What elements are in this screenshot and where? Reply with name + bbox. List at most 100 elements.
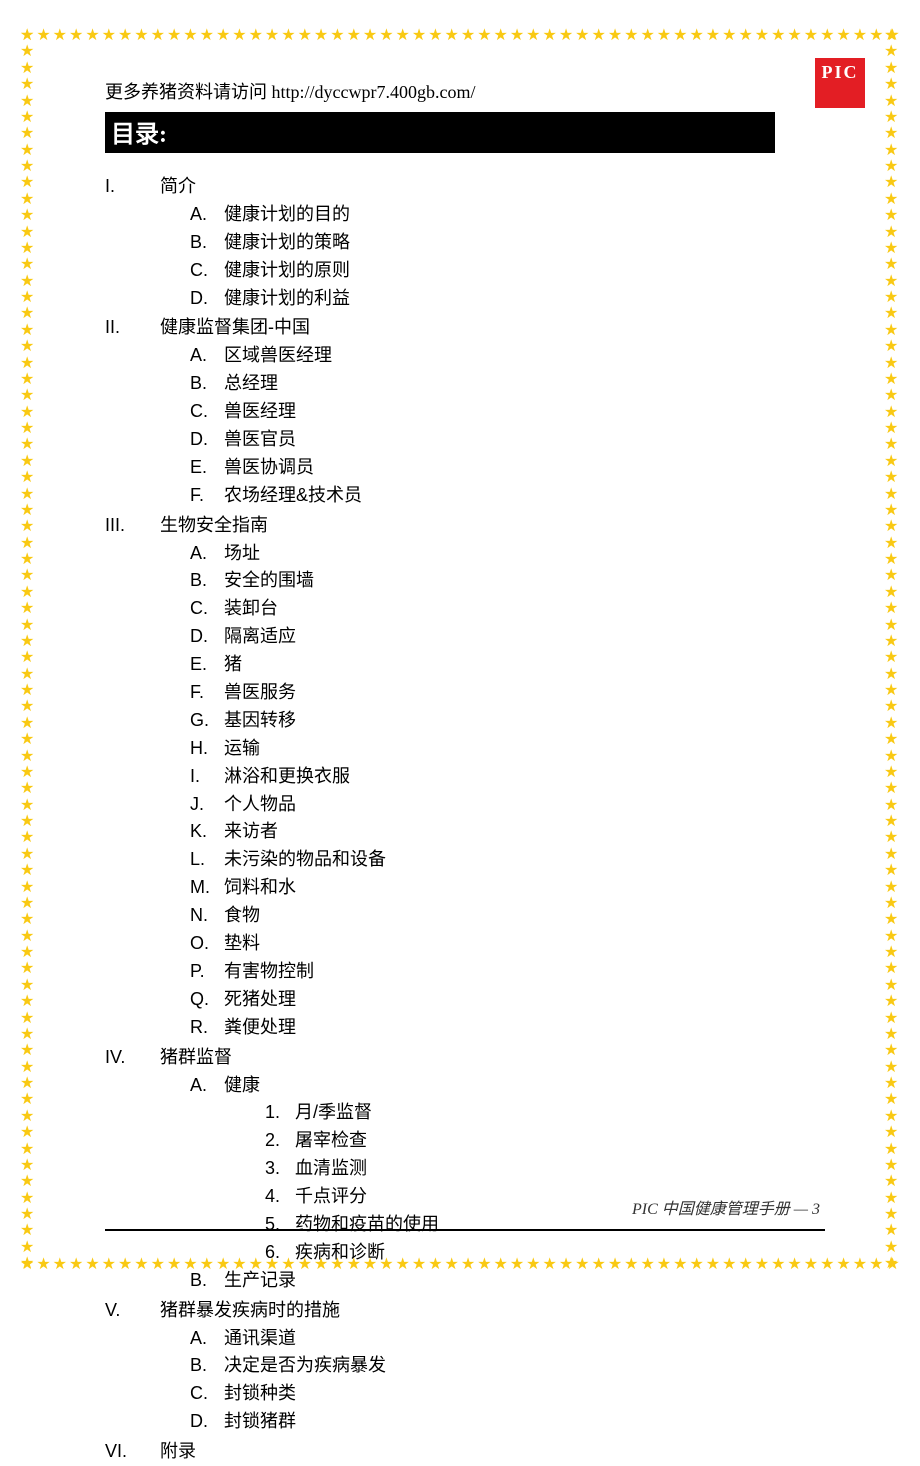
star-icon: ★	[20, 683, 36, 699]
star-icon: ★	[884, 77, 900, 93]
star-icon: ★	[330, 28, 344, 44]
toc-subsection: E.猪	[190, 651, 840, 679]
star-icon: ★	[20, 1011, 36, 1027]
toc-subsection-number: B.	[190, 567, 224, 595]
star-icon: ★	[20, 798, 36, 814]
toc-subsection: C.兽医经理	[190, 398, 840, 426]
star-icon: ★	[20, 830, 36, 846]
star-icon: ★	[884, 1076, 900, 1092]
toc-subsection-number: C.	[190, 595, 224, 623]
star-icon: ★	[884, 749, 900, 765]
toc-item-number: 4.	[265, 1183, 295, 1211]
star-icon: ★	[20, 847, 36, 863]
star-icon: ★	[884, 650, 900, 666]
star-icon: ★	[20, 1142, 36, 1158]
star-icon: ★	[884, 421, 900, 437]
star-icon: ★	[20, 274, 36, 290]
toc-subsection-title: 食物	[224, 902, 260, 930]
toc-item-number: 2.	[265, 1127, 295, 1155]
star-icon: ★	[884, 257, 900, 273]
toc-section-number: VI.	[105, 1438, 160, 1466]
toc-subsection: B.生产记录	[190, 1267, 840, 1295]
star-icon: ★	[884, 1060, 900, 1076]
star-icon: ★	[591, 28, 605, 44]
toc-subsection: G.基因转移	[190, 707, 840, 735]
star-icon: ★	[884, 454, 900, 470]
toc-subsection-title: 封锁猪群	[224, 1408, 296, 1436]
toc-section: VI.附录	[105, 1438, 840, 1466]
toc-section-number: II.	[105, 314, 160, 342]
star-icon: ★	[216, 28, 230, 44]
toc-subsection-title: 粪便处理	[224, 1014, 296, 1042]
star-icon: ★	[884, 634, 900, 650]
toc-subsection-title: 总经理	[224, 370, 278, 398]
toc-subsection: F.农场经理&技术员	[190, 482, 840, 510]
star-icon: ★	[885, 28, 899, 44]
toc-subsection: Q.死猪处理	[190, 986, 840, 1014]
star-icon: ★	[884, 814, 900, 830]
toc-subsection: O.垫料	[190, 930, 840, 958]
toc-subsection-number: C.	[190, 1380, 224, 1408]
toc-subsection: R.粪便处理	[190, 1014, 840, 1042]
star-icon: ★	[884, 323, 900, 339]
toc-subsection: M.饲料和水	[190, 874, 840, 902]
star-icon: ★	[20, 290, 36, 306]
star-icon: ★	[20, 323, 36, 339]
star-icon: ★	[53, 28, 67, 44]
star-icon: ★	[20, 634, 36, 650]
star-icon: ★	[36, 28, 50, 44]
star-icon: ★	[20, 1076, 36, 1092]
toc-subsection-number: B.	[190, 370, 224, 398]
star-icon: ★	[20, 339, 36, 355]
star-icon: ★	[20, 1043, 36, 1059]
toc-subsection-title: 运输	[224, 735, 260, 763]
toc-item: 1.月/季监督	[265, 1099, 840, 1127]
toc-subsection-number: F.	[190, 679, 224, 707]
star-icon: ★	[884, 568, 900, 584]
star-icon: ★	[884, 241, 900, 257]
star-icon: ★	[884, 94, 900, 110]
toc-subsection-number: E.	[190, 454, 224, 482]
star-icon: ★	[20, 28, 34, 44]
star-icon: ★	[884, 536, 900, 552]
star-icon: ★	[314, 28, 328, 44]
star-icon: ★	[836, 28, 850, 44]
star-icon: ★	[20, 257, 36, 273]
star-icon: ★	[884, 847, 900, 863]
star-icon: ★	[884, 781, 900, 797]
toc-subsection-title: 兽医官员	[224, 426, 296, 454]
toc-subsection-number: O.	[190, 930, 224, 958]
star-icon: ★	[20, 1158, 36, 1174]
star-icon: ★	[20, 863, 36, 879]
star-icon: ★	[884, 863, 900, 879]
star-icon: ★	[884, 994, 900, 1010]
star-icon: ★	[884, 487, 900, 503]
star-icon: ★	[20, 306, 36, 322]
star-icon: ★	[85, 28, 99, 44]
star-icon: ★	[20, 536, 36, 552]
toc-subsection-number: G.	[190, 707, 224, 735]
star-icon: ★	[36, 1257, 50, 1273]
toc-subsection-title: 兽医服务	[224, 679, 296, 707]
star-icon: ★	[53, 1257, 67, 1273]
star-icon: ★	[281, 28, 295, 44]
star-icon: ★	[884, 1240, 900, 1256]
toc-subsection-number: D.	[190, 285, 224, 313]
star-icon: ★	[20, 1256, 36, 1272]
star-icon: ★	[20, 94, 36, 110]
toc-subsection: A.健康	[190, 1072, 840, 1100]
star-icon: ★	[20, 388, 36, 404]
star-icon: ★	[396, 28, 410, 44]
star-icon: ★	[20, 732, 36, 748]
star-icon: ★	[183, 28, 197, 44]
star-icon: ★	[738, 28, 752, 44]
star-icon: ★	[884, 765, 900, 781]
toc-item-number: 5.	[265, 1211, 295, 1239]
toc-subsection: A.场址	[190, 540, 840, 568]
toc-item-title: 疾病和诊断	[295, 1239, 385, 1267]
toc-subsection-number: E.	[190, 651, 224, 679]
star-icon: ★	[884, 470, 900, 486]
star-icon: ★	[884, 274, 900, 290]
star-icon: ★	[884, 110, 900, 126]
star-icon: ★	[706, 28, 720, 44]
